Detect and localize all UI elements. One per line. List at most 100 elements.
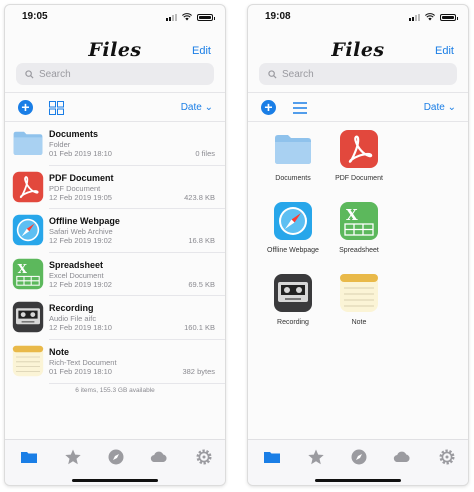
file-row[interactable]: Note Rich-Text Document 01 Feb 2019 18:10 3… xyxy=(5,340,225,384)
home-indicator[interactable] xyxy=(72,479,158,482)
status-icons xyxy=(409,13,458,21)
chevron-down-icon: ⌄ xyxy=(447,102,456,113)
file-name: Offline Webpage xyxy=(267,247,319,254)
tab-browser[interactable] xyxy=(107,448,125,466)
gear-icon xyxy=(196,449,212,465)
file-row[interactable]: Recording Audio File aifc 12 Feb 2019 18:1… xyxy=(5,296,225,340)
grid-view-icon xyxy=(49,101,64,115)
svg-text:X: X xyxy=(18,262,28,276)
file-size: 423.8 KB xyxy=(184,192,215,202)
divider xyxy=(248,121,468,122)
spreadsheet-icon: X xyxy=(12,258,44,290)
file-size: 16.8 KB xyxy=(188,236,215,246)
storage-info: 6 items, 155.3 GB available xyxy=(75,387,155,394)
folder-icon xyxy=(273,129,313,169)
file-grid-item[interactable]: Offline Webpage xyxy=(260,201,326,273)
tab-browser[interactable] xyxy=(350,448,368,466)
file-size: 382 bytes xyxy=(182,366,215,376)
file-row[interactable]: Offline Webpage Safari Web Archive 12 Feb … xyxy=(5,209,225,253)
pdf-icon xyxy=(12,171,44,203)
file-date: 12 Feb 2019 19:05 xyxy=(49,192,112,202)
tab-bar xyxy=(248,439,468,485)
add-button[interactable]: + xyxy=(18,100,33,115)
file-grid-item[interactable]: X Spreadsheet xyxy=(326,201,392,273)
cloud-icon xyxy=(393,451,410,463)
folder-tab-icon xyxy=(264,452,280,463)
file-name: Spreadsheet xyxy=(49,259,104,270)
svg-text:X: X xyxy=(346,206,358,224)
recording-icon xyxy=(273,273,313,313)
note-icon xyxy=(12,345,44,377)
file-name: PDF Document xyxy=(49,172,114,183)
search-bar[interactable]: Search xyxy=(259,63,457,85)
gear-icon xyxy=(439,449,455,465)
tab-settings[interactable] xyxy=(438,448,456,466)
list-view-icon xyxy=(293,102,307,114)
tab-browse[interactable] xyxy=(263,448,281,466)
file-row[interactable]: PDF Document PDF Document 12 Feb 2019 19:0… xyxy=(5,166,225,210)
file-size: 160.1 KB xyxy=(184,323,215,333)
status-bar: 19:08 xyxy=(248,5,468,27)
signal-icon xyxy=(166,14,177,21)
file-kind: Excel Document xyxy=(49,270,104,280)
file-date: 12 Feb 2019 19:02 xyxy=(49,279,112,289)
note-icon xyxy=(339,273,379,313)
safari-icon xyxy=(12,214,44,246)
file-row[interactable]: Documents Folder 01 Feb 2019 18:10 0 files xyxy=(5,122,225,166)
wifi-icon xyxy=(425,13,435,21)
wifi-icon xyxy=(182,13,192,21)
edit-button[interactable]: Edit xyxy=(192,45,211,57)
tab-cloud[interactable] xyxy=(150,448,168,466)
file-name: Documents xyxy=(49,129,99,139)
folder-icon xyxy=(12,127,44,159)
file-date: 01 Feb 2019 18:10 xyxy=(49,149,112,158)
file-date: 01 Feb 2019 18:10 xyxy=(49,366,112,376)
recording-icon xyxy=(12,301,44,333)
tab-browse[interactable] xyxy=(20,448,38,466)
file-kind: Folder xyxy=(49,140,71,149)
file-name: Note xyxy=(49,346,69,357)
home-indicator[interactable] xyxy=(315,479,401,482)
sort-date-button[interactable]: Date ⌄ xyxy=(424,102,456,113)
file-kind: Audio File aifc xyxy=(49,314,97,324)
folder-tab-icon xyxy=(21,452,37,463)
battery-icon xyxy=(440,14,458,21)
file-date: 12 Feb 2019 18:10 xyxy=(49,323,112,333)
file-name: Offline Webpage xyxy=(49,216,120,227)
file-kind: Safari Web Archive xyxy=(49,227,113,237)
star-icon xyxy=(65,449,81,465)
file-name: Note xyxy=(351,319,367,326)
tab-settings[interactable] xyxy=(195,448,213,466)
tab-cloud[interactable] xyxy=(393,448,411,466)
file-grid-item[interactable]: PDF Document xyxy=(326,129,392,201)
phone-list-view: 19:05 Files Edit Search + Date ⌄ Documen… xyxy=(4,4,226,486)
star-icon xyxy=(308,449,324,465)
edit-button[interactable]: Edit xyxy=(435,45,454,57)
search-bar[interactable]: Search xyxy=(16,63,214,85)
sort-label: Date xyxy=(423,102,445,113)
file-grid: Documents PDF Document Offline Webpage X Spr… xyxy=(260,129,456,345)
tab-bar xyxy=(5,439,225,485)
sort-label: Date xyxy=(180,102,202,113)
grid-view-button[interactable] xyxy=(49,101,65,115)
signal-icon xyxy=(409,14,420,21)
file-grid-item[interactable]: Documents xyxy=(260,129,326,201)
list-view-button[interactable] xyxy=(292,101,308,115)
safari-icon xyxy=(273,201,313,241)
add-button[interactable]: + xyxy=(261,100,276,115)
battery-icon xyxy=(197,14,215,21)
sort-date-button[interactable]: Date ⌄ xyxy=(181,102,213,113)
status-bar: 19:05 xyxy=(5,5,225,27)
status-icons xyxy=(166,13,215,21)
status-time: 19:05 xyxy=(22,11,48,22)
file-name: Spreadsheet xyxy=(339,247,379,254)
toolbar: + Date ⌄ xyxy=(5,93,225,121)
tab-favorites[interactable] xyxy=(307,448,325,466)
file-row[interactable]: X Spreadsheet Excel Document 12 Feb 2019 19… xyxy=(5,253,225,297)
file-name: Documents xyxy=(275,175,311,182)
tab-favorites[interactable] xyxy=(64,448,82,466)
file-grid-item[interactable]: Recording xyxy=(260,273,326,345)
file-date: 12 Feb 2019 19:02 xyxy=(49,236,112,246)
file-list: Documents Folder 01 Feb 2019 18:10 0 files P… xyxy=(5,122,225,384)
file-grid-item[interactable]: Note xyxy=(326,273,392,345)
